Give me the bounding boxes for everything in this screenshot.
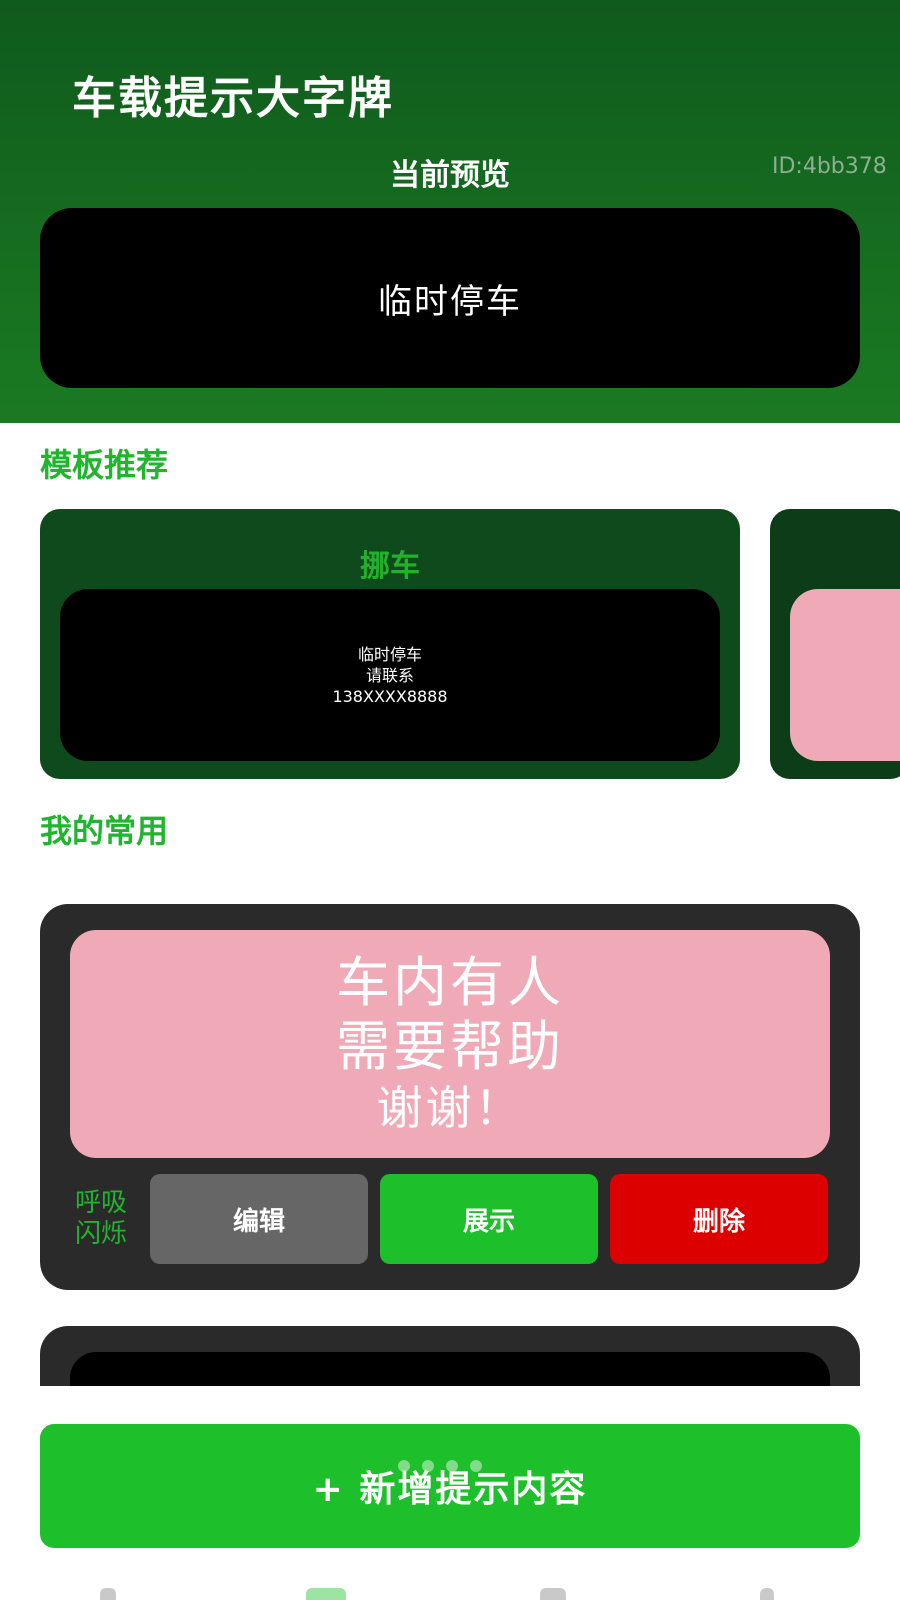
template-line: 临时停车 (357, 644, 422, 664)
add-content-button[interactable]: + 新增提示内容 (40, 1424, 860, 1548)
current-preview-label: 当前预览 (390, 158, 510, 193)
template-name: 挪车 (360, 549, 420, 584)
app-title: 车载提示大字牌 (72, 73, 394, 124)
template-section-title: 模板推荐 (40, 446, 169, 484)
favorites-section-title: 我的常用 (40, 812, 169, 850)
dot (422, 1460, 434, 1472)
dot (398, 1460, 410, 1472)
template-line: 请联系 (365, 665, 414, 685)
show-button[interactable]: 展示 (380, 1174, 598, 1264)
favorite-board[interactable]: 车内有人 需要帮助 谢谢！ (70, 930, 830, 1158)
template-board-pink (790, 589, 900, 761)
favorite-card: 车内有人 需要帮助 谢谢！ 呼吸闪烁 编辑 展示 删除 (40, 904, 860, 1290)
nav-discover-icon[interactable] (540, 1588, 566, 1600)
loading-dots (398, 1460, 482, 1472)
template-board: 临时停车 请联系 138XXXX8888 (60, 589, 720, 761)
device-id: ID:4bb378 (772, 154, 887, 179)
bottom-nav (0, 1586, 900, 1600)
list-clip-mask (0, 1386, 900, 1420)
favorite-board-black (70, 1352, 830, 1386)
dot (446, 1460, 458, 1472)
favorite-line: 需要帮助 (336, 1015, 564, 1078)
nav-profile-icon[interactable] (760, 1588, 774, 1600)
favorite-line: 谢谢！ (376, 1081, 524, 1135)
template-line: 138XXXX8888 (332, 686, 448, 706)
template-card-next[interactable] (770, 509, 900, 779)
current-preview-board[interactable]: 临时停车 (40, 208, 860, 388)
nav-list-icon[interactable] (306, 1588, 346, 1600)
favorite-card-partial[interactable] (40, 1326, 860, 1386)
preview-text: 临时停车 (378, 281, 522, 322)
nav-home-icon[interactable] (100, 1588, 116, 1600)
dot (470, 1460, 482, 1472)
header: 车载提示大字牌 当前预览 ID:4bb378 临时停车 (0, 0, 900, 423)
edit-button[interactable]: 编辑 (150, 1174, 368, 1264)
template-card-move-car[interactable]: 挪车 临时停车 请联系 138XXXX8888 (40, 509, 740, 779)
favorite-line: 车内有人 (336, 951, 564, 1014)
delete-button[interactable]: 删除 (610, 1174, 828, 1264)
effect-label: 呼吸闪烁 (74, 1188, 127, 1249)
